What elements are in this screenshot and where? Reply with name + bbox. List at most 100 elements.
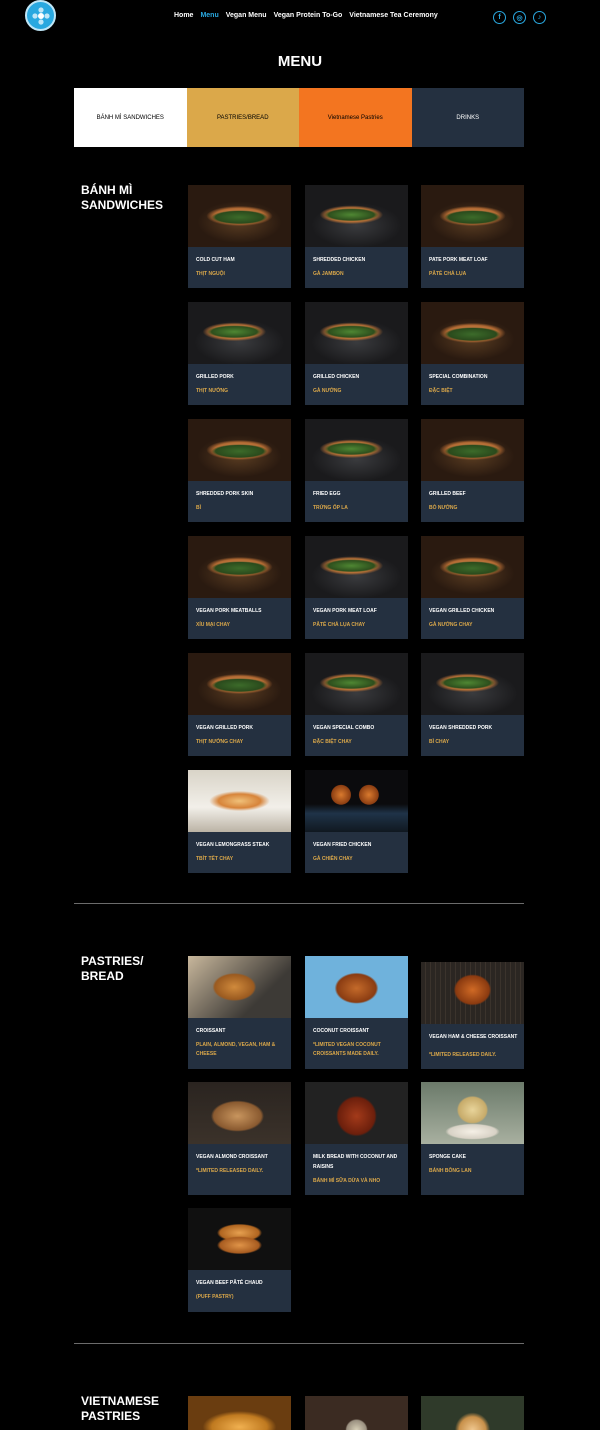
nav-menu[interactable]: Menu <box>200 12 218 19</box>
item-vietnamese-name: *LIMITED VEGAN COCONUT CROISSANTS MADE D… <box>313 1042 381 1057</box>
item-name: SHREDDED PORK SKIN <box>196 491 254 497</box>
main-nav: Home Menu Vegan Menu Vegan Protein To-Go… <box>174 12 438 19</box>
food-photo <box>305 956 408 1018</box>
item-name: GRILLED BEEF <box>429 491 466 497</box>
item-name: FRIED EGG <box>313 491 341 497</box>
menu-card[interactable]: SPECIAL COMBINATION ĐẶC BIỆT <box>421 302 524 405</box>
menu-card[interactable]: COCONUT CROISSANT *LIMITED VEGAN COCONUT … <box>305 956 408 1069</box>
menu-card[interactable]: VEGAN GRILLED CHICKEN GÀ NƯỚNG CHAY <box>421 536 524 639</box>
food-photo <box>305 419 408 481</box>
item-vietnamese-name: BÌ <box>196 505 201 511</box>
menu-card[interactable]: VEGAN GRILLED PORK THỊT NƯỚNG CHAY <box>188 653 291 756</box>
food-photo <box>421 962 524 1024</box>
food-photo <box>421 1082 524 1144</box>
menu-card[interactable]: VEGAN FRIED CHICKEN GÀ CHIÊN CHAY <box>305 770 408 873</box>
menu-card[interactable]: GRILLED PORK THỊT NƯỚNG <box>188 302 291 405</box>
menu-card[interactable]: VEGAN LEMONGRASS STEAK TBÍT TẾT CHAY <box>188 770 291 873</box>
tab-banh-mi[interactable]: BÁNH MÌ SANDWICHES <box>74 88 187 147</box>
item-name: VEGAN LEMONGRASS STEAK <box>196 842 270 848</box>
item-vietnamese-name: GÀ JAMBON <box>313 271 344 277</box>
item-vietnamese-name: GÀ NƯỚNG CHAY <box>429 622 473 628</box>
food-photo <box>188 653 291 715</box>
menu-card[interactable]: VEGAN SPECIAL COMBO ĐẶC BIỆT CHAY <box>305 653 408 756</box>
tab-drinks[interactable]: DRINKS <box>411 88 524 147</box>
menu-card[interactable] <box>305 1396 408 1430</box>
menu-tabs: BÁNH MÌ SANDWICHES PASTRIES/BREAD Vietna… <box>74 88 524 147</box>
item-vietnamese-name: *LIMITED RELEASED DAILY. <box>196 1168 264 1174</box>
menu-card[interactable]: SHREDDED CHICKEN GÀ JAMBON <box>305 185 408 288</box>
item-vietnamese-name: PÂTÉ CHẢ LỤA CHAY <box>313 622 366 628</box>
tab-vietnamese-pastries[interactable]: Vietnamese Pastries <box>299 88 412 147</box>
menu-card[interactable]: SHREDDED PORK SKIN BÌ <box>188 419 291 522</box>
menu-card[interactable]: PATE PORK MEAT LOAF PÂTÉ CHẢ LỤA <box>421 185 524 288</box>
item-vietnamese-name: TRỨNG ỐP LA <box>313 505 348 511</box>
item-vietnamese-name: BÁNH BÔNG LAN <box>429 1168 472 1174</box>
nav-home[interactable]: Home <box>174 12 193 19</box>
item-name: PATE PORK MEAT LOAF <box>429 257 488 263</box>
item-name: VEGAN GRILLED PORK <box>196 725 253 731</box>
food-photo <box>188 302 291 364</box>
menu-card[interactable]: FRIED EGG TRỨNG ỐP LA <box>305 419 408 522</box>
menu-card[interactable] <box>188 1396 291 1430</box>
item-vietnamese-name: PLAIN, ALMOND, VEGAN, HAM & CHEESE <box>196 1042 276 1057</box>
tab-pastries[interactable]: PASTRIES/BREAD <box>186 88 299 147</box>
menu-card[interactable]: GRILLED CHICKEN GÀ NƯỚNG <box>305 302 408 405</box>
menu-card[interactable]: VEGAN SHREDDED PORK BÌ CHAY <box>421 653 524 756</box>
divider <box>74 903 524 904</box>
menu-card[interactable]: VEGAN HAM & CHEESE CROISSANT *LIMITED REL… <box>421 962 524 1069</box>
item-name: COCONUT CROISSANT <box>313 1028 370 1034</box>
food-photo <box>305 185 408 247</box>
food-photo <box>188 956 291 1018</box>
item-vietnamese-name: BÒ NƯỚNG <box>429 505 458 511</box>
food-photo <box>421 1396 524 1430</box>
item-name: VEGAN FRIED CHICKEN <box>313 842 372 848</box>
food-photo <box>421 419 524 481</box>
menu-card[interactable]: MILK BREAD WITH COCONUT AND RAISINS BÁNH … <box>305 1082 408 1195</box>
menu-card[interactable]: VEGAN BEEF PÂTÉ CHAUD (PUFF PASTRY) <box>188 1208 291 1312</box>
item-name: SPONGE CAKE <box>429 1154 466 1160</box>
item-vietnamese-name: XÍU MẠI CHAY <box>196 622 230 628</box>
food-photo <box>188 1396 291 1430</box>
item-name: MILK BREAD WITH COCONUT AND RAISINS <box>313 1154 398 1170</box>
facebook-icon[interactable]: f <box>493 11 506 24</box>
menu-card[interactable]: VEGAN ALMOND CROISSANT *LIMITED RELEASED … <box>188 1082 291 1195</box>
item-vietnamese-name: PÂTÉ CHẢ LỤA <box>429 271 467 277</box>
item-vietnamese-name: ĐẶC BIỆT CHAY <box>313 739 352 745</box>
item-vietnamese-name: TBÍT TẾT CHAY <box>196 856 234 862</box>
section-title-banh-mi: BÁNH MÌ SANDWICHES <box>81 183 164 212</box>
menu-card[interactable]: CROISSANT PLAIN, ALMOND, VEGAN, HAM & CHE… <box>188 956 291 1069</box>
nav-vegan-menu[interactable]: Vegan Menu <box>226 12 267 19</box>
menu-card[interactable]: SPONGE CAKE BÁNH BÔNG LAN <box>421 1082 524 1195</box>
logo[interactable] <box>25 0 56 31</box>
nav-vegan-protein[interactable]: Vegan Protein To-Go <box>274 12 343 19</box>
food-photo <box>421 653 524 715</box>
item-name: VEGAN SPECIAL COMBO <box>313 725 375 731</box>
menu-card[interactable]: VEGAN PORK MEAT LOAF PÂTÉ CHẢ LỤA CHAY <box>305 536 408 639</box>
social-links: f ◎ ♪ <box>493 11 546 24</box>
section-title-vietnamese-pastries: VIETNAMESE PASTRIES <box>81 1394 160 1423</box>
food-photo <box>188 1082 291 1144</box>
food-photo <box>188 536 291 598</box>
menu-card[interactable] <box>421 1396 524 1430</box>
item-vietnamese-name: BÁNH MÌ SỮA DỪA VÀ NHO <box>313 1178 381 1184</box>
food-photo <box>421 302 524 364</box>
item-name: VEGAN PORK MEAT LOAF <box>313 608 377 614</box>
logo-flower-icon <box>31 6 50 25</box>
food-photo <box>188 1208 291 1270</box>
instagram-icon[interactable]: ◎ <box>513 11 526 24</box>
menu-card[interactable]: GRILLED BEEF BÒ NƯỚNG <box>421 419 524 522</box>
food-photo <box>188 770 291 832</box>
item-vietnamese-name: THỊT NGUỘI <box>196 271 225 277</box>
item-name: SHREDDED CHICKEN <box>313 257 366 263</box>
food-photo <box>305 653 408 715</box>
divider <box>74 1343 524 1344</box>
item-vietnamese-name: GÀ CHIÊN CHAY <box>313 856 353 862</box>
food-photo <box>421 536 524 598</box>
tiktok-icon[interactable]: ♪ <box>533 11 546 24</box>
page-title: MENU <box>277 53 323 70</box>
item-name: GRILLED PORK <box>196 374 234 380</box>
menu-card[interactable]: VEGAN PORK MEATBALLS XÍU MẠI CHAY <box>188 536 291 639</box>
menu-card[interactable]: COLD CUT HAM THỊT NGUỘI <box>188 185 291 288</box>
nav-tea-ceremony[interactable]: Vietnamese Tea Ceremony <box>349 12 437 19</box>
site-header: Home Menu Vegan Menu Vegan Protein To-Go… <box>0 0 600 34</box>
